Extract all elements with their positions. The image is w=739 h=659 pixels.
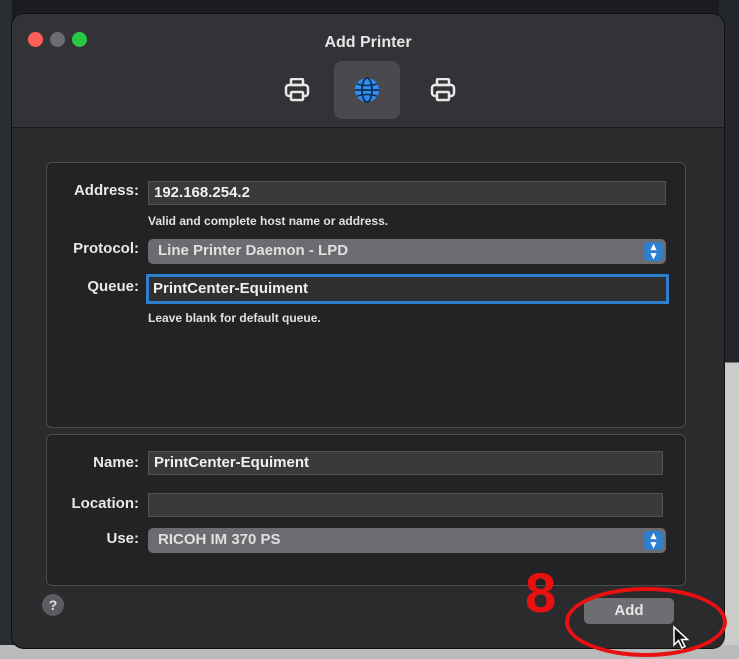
help-button[interactable]: ?: [42, 594, 64, 616]
globe-icon: [355, 77, 379, 103]
address-label: Address:: [73, 182, 139, 199]
address-field[interactable]: 192.168.254.2: [148, 181, 666, 205]
window-title: Add Printer: [324, 34, 412, 51]
printer-icon: [284, 78, 310, 102]
step-number-annotation: 8: [525, 561, 557, 624]
protocol-select[interactable]: Line Printer Daemon - LPD ▴ ▾: [148, 239, 666, 264]
location-field[interactable]: [148, 493, 663, 517]
queue-label: Queue:: [87, 278, 139, 295]
mouse-cursor-icon: [673, 625, 690, 650]
protocol-value: Line Printer Daemon - LPD: [158, 242, 349, 259]
name-field[interactable]: PrintCenter-Equiment: [148, 451, 663, 475]
printer-icon: [430, 78, 456, 102]
use-select[interactable]: RICOH IM 370 PS ▴ ▾: [148, 528, 666, 553]
tab-windows-printer[interactable]: [410, 61, 476, 119]
add-printer-window: Add Printer Address: 192.168.254.2 Valid…: [12, 14, 724, 648]
location-label: Location:: [71, 495, 140, 512]
chevron-updown-icon: ▴ ▾: [644, 531, 663, 551]
tab-default-printer[interactable]: [264, 61, 330, 119]
address-hint: Valid and complete host name or address.: [148, 214, 389, 228]
title-bar: Add Printer: [12, 14, 724, 128]
use-value: RICOH IM 370 PS: [158, 531, 281, 548]
background-left: [0, 0, 12, 659]
tab-ip-printer[interactable]: [334, 61, 400, 119]
queue-hint: Leave blank for default queue.: [148, 311, 321, 325]
highlight-ring: [565, 587, 727, 657]
name-label: Name:: [93, 454, 139, 471]
use-label: Use:: [106, 530, 139, 547]
protocol-label: Protocol:: [73, 240, 139, 257]
chevron-updown-icon: ▴ ▾: [644, 242, 663, 262]
queue-field[interactable]: PrintCenter-Equiment: [146, 274, 669, 304]
